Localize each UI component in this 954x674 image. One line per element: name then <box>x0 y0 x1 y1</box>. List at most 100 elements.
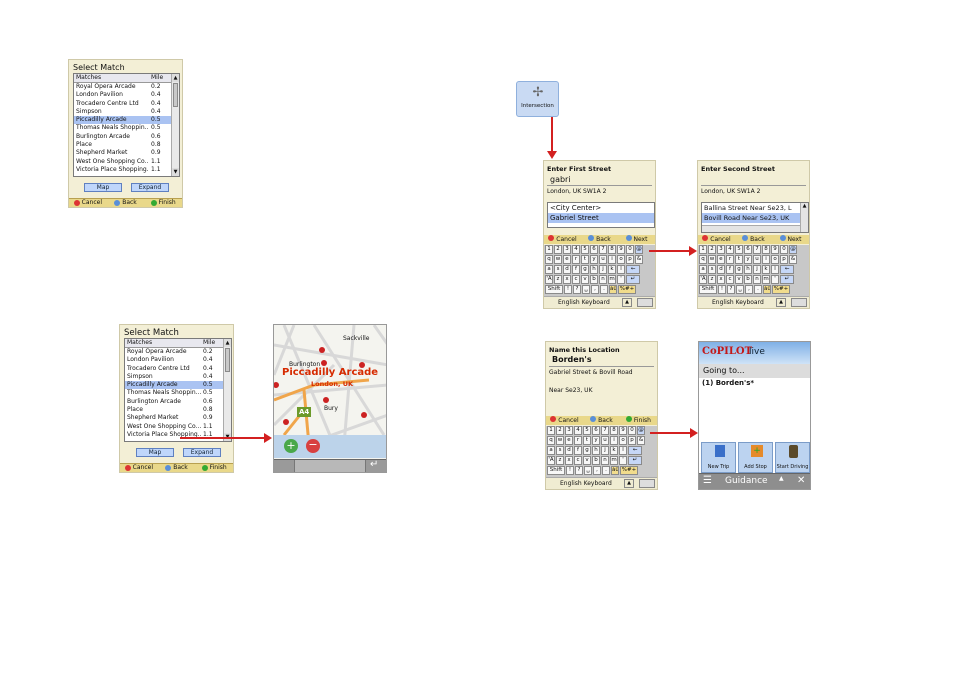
key[interactable]: ↵ <box>628 456 642 465</box>
map-button[interactable]: Map <box>136 448 174 457</box>
key[interactable]: d <box>565 446 573 455</box>
key[interactable]: 3 <box>717 245 725 254</box>
key[interactable]: u <box>599 255 607 264</box>
key[interactable]: w <box>556 436 564 445</box>
key[interactable]: g <box>581 265 589 274</box>
key[interactable]: s <box>556 446 564 455</box>
list-item[interactable]: Burlington Arcade 0.6 <box>74 133 171 141</box>
list-item[interactable]: West One Shopping Co... 1.1 <box>125 423 223 431</box>
key[interactable]: h <box>744 265 752 274</box>
key[interactable]: r <box>726 255 734 264</box>
list-item[interactable]: Royal Opera Arcade 0.2 <box>74 83 171 91</box>
key[interactable]: 0 <box>780 245 788 254</box>
key[interactable]: b <box>592 456 600 465</box>
key[interactable]: . <box>754 285 762 294</box>
key[interactable]: o <box>617 255 625 264</box>
key[interactable]: 6 <box>590 245 598 254</box>
key[interactable]: g <box>583 446 591 455</box>
key[interactable]: x <box>565 456 573 465</box>
key[interactable]: àü <box>611 466 619 475</box>
key[interactable]: l <box>771 265 779 274</box>
intersection-button[interactable]: ✢ Intersection <box>516 81 559 117</box>
key[interactable]: Shift <box>699 285 717 294</box>
key[interactable]: 5 <box>581 245 589 254</box>
key[interactable]: c <box>726 275 734 284</box>
cancel-button[interactable]: Cancel <box>546 416 583 425</box>
key[interactable]: o <box>771 255 779 264</box>
cancel-button[interactable]: Cancel <box>698 235 735 244</box>
key[interactable]: h <box>592 446 600 455</box>
add-stop-button[interactable]: + Add Stop <box>738 442 773 473</box>
key[interactable]: i <box>762 255 770 264</box>
key[interactable]: %#+ <box>620 466 638 475</box>
finish-button[interactable]: Finish <box>144 199 182 207</box>
map-button[interactable]: Map <box>84 183 122 192</box>
key[interactable]: x <box>563 275 571 284</box>
close-icon[interactable]: ✕ <box>797 475 805 486</box>
key[interactable]: 0 <box>626 245 634 254</box>
cancel-button[interactable]: Cancel <box>69 199 107 207</box>
finish-button[interactable]: Finish <box>620 416 657 425</box>
key[interactable]: ← <box>626 265 640 274</box>
list-item[interactable]: Simpson 0.4 <box>74 108 171 116</box>
key[interactable]: @ <box>789 245 797 254</box>
scroll-thumb[interactable] <box>225 348 230 372</box>
list-item[interactable]: Place 0.8 <box>74 141 171 149</box>
cancel-button[interactable]: Cancel <box>120 464 158 472</box>
key[interactable]: a <box>699 265 707 274</box>
zoom-in-icon[interactable]: + <box>284 439 298 453</box>
key[interactable]: e <box>717 255 725 264</box>
list-item[interactable]: Simpson 0.4 <box>125 373 223 381</box>
key[interactable]: l <box>617 265 625 274</box>
key[interactable]: @ <box>635 245 643 254</box>
key[interactable]: b <box>590 275 598 284</box>
return-icon[interactable]: ↵ <box>370 459 378 470</box>
scroll-up-icon[interactable]: ▲ <box>172 74 179 82</box>
key[interactable]: ← <box>780 265 794 274</box>
key[interactable]: s <box>708 265 716 274</box>
key[interactable]: 2 <box>708 245 716 254</box>
key[interactable]: ' <box>771 275 779 284</box>
list-item[interactable]: Thomas Neals Shoppin... 0.5 <box>125 389 223 397</box>
key[interactable]: l <box>619 446 627 455</box>
key[interactable]: n <box>601 456 609 465</box>
key[interactable]: y <box>744 255 752 264</box>
on-screen-keyboard[interactable]: 1 2 3 4 5 6 7 8 9 0 @ q w e r t y u i o p & a s d f g h j k l ← 'A z x c v b n… <box>544 245 655 297</box>
list-item[interactable]: Place 0.8 <box>125 406 223 414</box>
key[interactable]: 1 <box>547 426 555 435</box>
key[interactable]: 9 <box>619 426 627 435</box>
option-ballina-street[interactable]: Ballina Street Near Se23, L <box>702 203 800 213</box>
key[interactable]: v <box>735 275 743 284</box>
h-scrollbar[interactable] <box>702 225 800 232</box>
key[interactable]: r <box>572 255 580 264</box>
list-item[interactable]: Trocadero Centre Ltd 0.4 <box>125 365 223 373</box>
key[interactable]: 8 <box>762 245 770 254</box>
key[interactable]: 0 <box>628 426 636 435</box>
keyboard-grid-icon[interactable] <box>637 298 653 307</box>
key[interactable]: ' <box>619 456 627 465</box>
new-trip-button[interactable]: New Trip <box>701 442 736 473</box>
keyboard-grid-icon[interactable] <box>639 479 655 488</box>
key[interactable]: v <box>581 275 589 284</box>
up-icon[interactable]: ▲ <box>779 475 784 482</box>
key[interactable]: 7 <box>753 245 761 254</box>
key[interactable]: ' <box>617 275 625 284</box>
key[interactable]: j <box>753 265 761 274</box>
option-bovill-road[interactable]: Bovill Road Near Se23, UK <box>702 213 800 223</box>
key[interactable]: 4 <box>572 245 580 254</box>
key[interactable]: y <box>592 436 600 445</box>
street-input[interactable]: gabri <box>550 175 571 184</box>
key[interactable]: ↵ <box>626 275 640 284</box>
name-input[interactable]: Borden's <box>552 355 592 364</box>
key[interactable]: ? <box>727 285 735 294</box>
key[interactable]: 'A <box>547 456 555 465</box>
scroll-up-icon[interactable]: ▲ <box>224 339 231 347</box>
key[interactable]: Shift <box>545 285 563 294</box>
list-item[interactable]: London Pavilion 0.4 <box>74 91 171 99</box>
key[interactable]: v <box>583 456 591 465</box>
scrollbar[interactable]: ▲▼ <box>223 339 231 441</box>
key[interactable]: w <box>708 255 716 264</box>
key[interactable]: i <box>610 436 618 445</box>
key[interactable]: 3 <box>565 426 573 435</box>
keyboard-up-icon[interactable]: ▲ <box>776 298 786 307</box>
